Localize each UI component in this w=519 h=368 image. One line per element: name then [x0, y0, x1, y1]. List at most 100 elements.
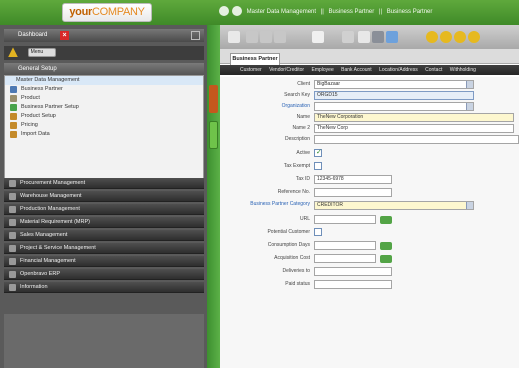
toolbar — [220, 25, 519, 49]
potential-customer-label: Potential Customer — [267, 229, 310, 235]
name-field[interactable]: TheNew Corporation — [314, 113, 514, 122]
sidebar-category-sales[interactable]: Sales Management — [4, 230, 204, 241]
back-icon[interactable] — [219, 6, 229, 17]
url-field[interactable] — [314, 215, 376, 224]
sidebar-item-label: Product Setup — [21, 113, 56, 119]
breadcrumb-item[interactable]: Business Partner — [387, 9, 433, 15]
sidebar-item-business-partner[interactable]: Business Partner — [5, 85, 203, 94]
consumption-days-label: Consumption Days — [267, 242, 310, 248]
description-label: Description — [284, 136, 310, 142]
deliveries-field[interactable] — [314, 267, 392, 276]
sidebar-item-product-setup[interactable]: Product Setup — [5, 112, 203, 121]
subtab-customer[interactable]: Customer — [240, 67, 262, 73]
breadcrumb-separator: || — [320, 9, 324, 15]
potential-customer-checkbox[interactable] — [314, 228, 322, 236]
sidebar-category-label: Production Management — [20, 206, 80, 212]
breadcrumb-item[interactable]: Business Partner — [329, 9, 375, 15]
undo-icon[interactable] — [260, 31, 272, 43]
sidebar-category-warehouse[interactable]: Warehouse Management — [4, 191, 204, 202]
procurement-icon — [9, 180, 16, 187]
delete-icon[interactable] — [274, 31, 286, 43]
user-icon — [10, 86, 17, 93]
tab-business-partner[interactable]: Business Partner — [230, 53, 280, 65]
save-icon[interactable] — [246, 31, 258, 43]
sidebar-item-master-data[interactable]: Master Data Management — [5, 76, 203, 85]
folder-icon — [10, 122, 17, 129]
client-select[interactable]: BigBazaar — [314, 80, 474, 89]
paid-status-label: Paid status — [285, 281, 310, 287]
first-record-icon[interactable] — [426, 31, 438, 43]
tax-exempt-label: Tax Exempt — [283, 163, 310, 169]
sidebar-item-import-data[interactable]: Import Data — [5, 130, 203, 139]
sidebar-item-bp-setup[interactable]: Business Partner Setup — [5, 103, 203, 112]
subtab-bank-account[interactable]: Bank Account — [341, 67, 372, 73]
subtab-contact[interactable]: Contact — [425, 67, 442, 73]
sidebar-header[interactable]: Dashboard × — [4, 29, 204, 42]
refresh-icon[interactable] — [232, 6, 242, 17]
url-label: URL — [299, 216, 310, 222]
subtab-vendor[interactable]: Vendor/Creditor — [269, 67, 304, 73]
new-record-icon[interactable] — [228, 31, 240, 43]
sidebar-category-project-service[interactable]: Project & Service Management — [4, 243, 204, 254]
acquisition-cost-field[interactable] — [314, 254, 376, 263]
financial-icon — [9, 258, 16, 265]
sidebar-category-openbravo-erp[interactable]: Openbravo ERP — [4, 269, 204, 280]
sidebar-category-production[interactable]: Production Management — [4, 204, 204, 215]
sidebar-category-label: Openbravo ERP — [20, 271, 61, 277]
tax-exempt-checkbox[interactable] — [314, 162, 322, 170]
breadcrumb-separator: || — [378, 9, 383, 15]
next-record-icon[interactable] — [454, 31, 466, 43]
sidebar-category-label: Financial Management — [20, 258, 76, 264]
top-banner: yourCOMPANY Master Data Management || Bu… — [0, 0, 519, 25]
active-checkbox[interactable] — [314, 148, 322, 157]
sidebar-category-financial[interactable]: Financial Management — [4, 256, 204, 267]
print-icon[interactable] — [312, 31, 324, 43]
subtab-employee[interactable]: Employee — [312, 67, 334, 73]
url-link-icon[interactable] — [380, 216, 392, 224]
main-panel: Business Partner Customer Vendor/Credito… — [220, 25, 519, 368]
last-record-icon[interactable] — [468, 31, 480, 43]
chevron-down-icon — [466, 202, 473, 209]
collapse-tab[interactable] — [209, 85, 218, 113]
chevron-down-icon — [466, 81, 473, 88]
bp-category-select[interactable]: CREDITOR — [314, 201, 474, 210]
organization-select[interactable] — [314, 102, 474, 111]
sidebar-item-product[interactable]: Product — [5, 94, 203, 103]
previous-record-icon[interactable] — [440, 31, 452, 43]
client-label: Client — [297, 81, 310, 87]
menu-search-field[interactable]: Menu — [27, 47, 56, 57]
name2-label: Name 2 — [292, 125, 310, 131]
name2-field[interactable]: TheNew Corp — [314, 124, 514, 133]
audit-icon[interactable] — [372, 31, 384, 43]
sidebar-category-mrp[interactable]: Material Requirement (MRP) — [4, 217, 204, 228]
paid-status-field[interactable] — [314, 280, 392, 289]
sidebar-item-label: Pricing — [21, 122, 38, 128]
sidebar-group-general-setup[interactable]: General Setup — [4, 63, 204, 75]
grid-icon[interactable] — [191, 31, 200, 40]
subtab-withholding[interactable]: Withholding — [450, 67, 476, 73]
subtabs: Customer Vendor/Creditor Employee Bank A… — [220, 65, 519, 75]
breadcrumb-item[interactable]: Master Data Management — [247, 9, 316, 15]
sidebar-category-label: Project & Service Management — [20, 245, 96, 251]
tax-id-field[interactable]: 12345-6978 — [314, 175, 392, 184]
reference-no-field[interactable] — [314, 188, 392, 197]
tax-id-label: Tax ID — [295, 176, 310, 182]
sidebar-category-procurement[interactable]: Procurement Management — [4, 178, 204, 189]
sidebar-item-label: Import Data — [21, 131, 50, 137]
attach-icon[interactable] — [342, 31, 354, 43]
consumption-days-field[interactable] — [314, 241, 376, 250]
search-icon[interactable] — [358, 31, 370, 43]
deliveries-label: Deliveries to — [282, 268, 310, 274]
calculator-icon[interactable] — [380, 242, 392, 250]
sidebar-item-label: Business Partner Setup — [21, 104, 79, 110]
sidebar-category-information[interactable]: Information — [4, 282, 204, 293]
close-icon[interactable]: × — [60, 31, 69, 40]
search-key-field[interactable]: ORGD15 — [314, 91, 474, 100]
subtab-location[interactable]: Location/Address — [379, 67, 418, 73]
help-icon[interactable] — [386, 31, 398, 43]
expand-tab[interactable] — [209, 121, 218, 149]
description-field[interactable] — [314, 135, 519, 144]
sidebar-item-pricing[interactable]: Pricing — [5, 121, 203, 130]
warehouse-icon — [9, 193, 16, 200]
calculator-icon[interactable] — [380, 255, 392, 263]
